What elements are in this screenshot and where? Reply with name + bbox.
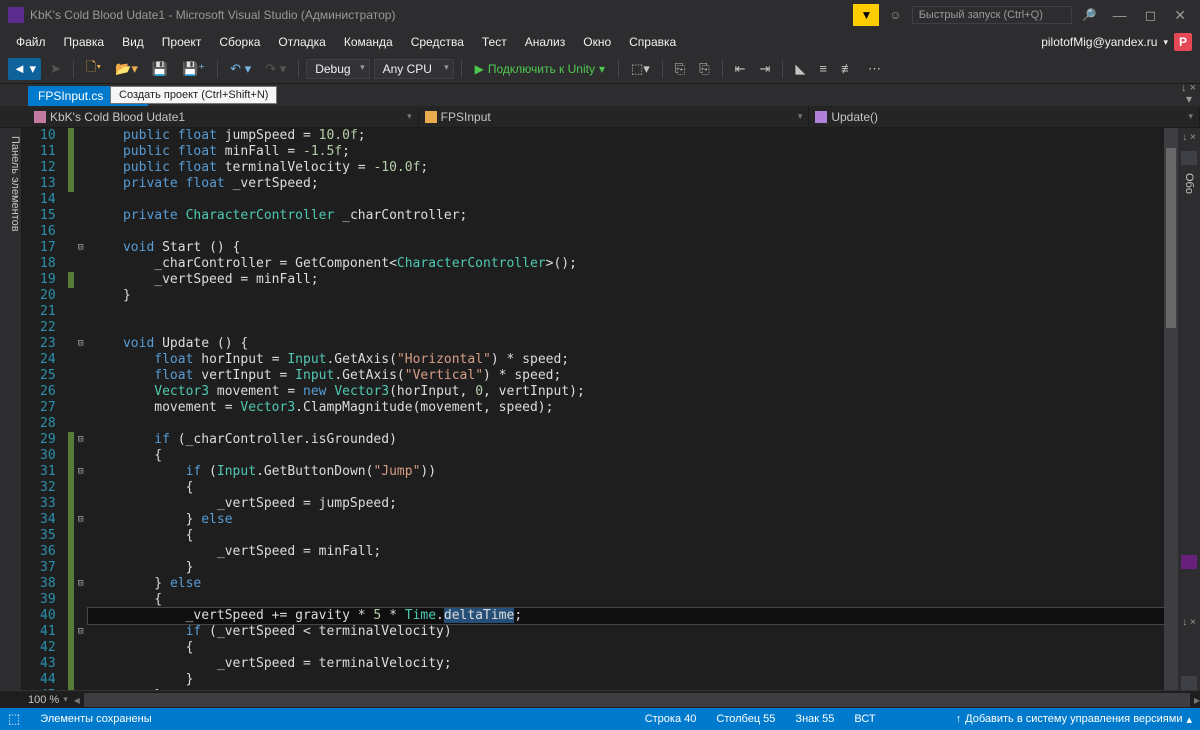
new-project-tooltip: Создать проект (Ctrl+Shift+N)	[110, 86, 277, 104]
user-email: pilotofMig@yandex.ru	[1041, 35, 1157, 49]
toolbar-icon-3[interactable]: ⎘	[694, 58, 714, 80]
user-badge: P	[1174, 33, 1192, 51]
status-ready-icon: ⬚	[8, 711, 20, 727]
window-title: KbK's Cold Blood Udate1 - Microsoft Visu…	[30, 8, 853, 22]
status-char: Знак 55	[795, 713, 834, 725]
indent-in-button[interactable]: ⇥	[755, 58, 776, 80]
menu-сборка[interactable]: Сборка	[211, 32, 268, 52]
menu-вид[interactable]: Вид	[114, 32, 152, 52]
menu-анализ[interactable]: Анализ	[517, 32, 574, 52]
open-file-button[interactable]: 📂▾	[110, 58, 143, 80]
tab-overflow-button[interactable]: ▾	[1178, 92, 1200, 106]
team-explorer-icon[interactable]	[1181, 676, 1197, 690]
menu-отладка[interactable]: Отладка	[270, 32, 333, 52]
add-to-source-control[interactable]: ↑ Добавить в систему управления версиями…	[956, 713, 1192, 726]
toolbar-icon-2[interactable]: ⎘	[670, 58, 690, 80]
toolbar-icon-1[interactable]: ⬚▾	[626, 58, 655, 80]
class-icon	[425, 111, 437, 123]
maximize-button[interactable]: ◻	[1139, 5, 1163, 26]
new-project-button[interactable]: 🗋▾	[81, 55, 106, 83]
menu-команда[interactable]: Команда	[336, 32, 401, 52]
notification-button[interactable]: ▼	[853, 4, 879, 26]
nav-member-dropdown[interactable]: Update()▾	[809, 108, 1200, 126]
outlining-margin[interactable]: ⊟⊟⊟⊟⊟⊟⊟	[74, 128, 88, 690]
close-button[interactable]: ✕	[1168, 5, 1192, 26]
menu-файл[interactable]: Файл	[8, 32, 54, 52]
code-nav-bar: KbK's Cold Blood Udate1▾ FPSInput▾ Updat…	[0, 106, 1200, 128]
nav-back-button[interactable]: ◄ ▾	[8, 58, 41, 80]
save-button[interactable]: 💾	[147, 58, 173, 80]
comment-button[interactable]: ≡	[814, 58, 832, 79]
panel-extra-1[interactable]: ↓ ×	[1181, 82, 1196, 94]
menu-bar: ФайлПравкаВидПроектСборкаОтладкаКомандаС…	[0, 30, 1200, 54]
nav-project-dropdown[interactable]: KbK's Cold Blood Udate1▾	[28, 108, 419, 126]
quick-launch-input[interactable]: Быстрый запуск (Ctrl+Q)	[912, 6, 1072, 24]
indent-out-button[interactable]: ⇤	[730, 58, 751, 80]
csharp-project-icon	[34, 111, 46, 123]
nav-class-dropdown[interactable]: FPSInput▾	[419, 108, 810, 126]
title-bar: KbK's Cold Blood Udate1 - Microsoft Visu…	[0, 0, 1200, 30]
panel-extra-3[interactable]: ↓ ×	[1182, 617, 1196, 628]
search-icon[interactable]: 🔎	[1078, 6, 1101, 24]
document-tab-strip: ↓ × FPSInput.cs 📌 ✕ Создать проект (Ctrl…	[0, 84, 1200, 106]
solution-explorer-tab[interactable]: Обо	[1183, 173, 1195, 194]
right-tool-rail: ↓ × Обо ↓ ×	[1178, 128, 1200, 690]
properties-icon[interactable]	[1181, 555, 1197, 569]
menu-средства[interactable]: Средства	[403, 32, 472, 52]
main-toolbar: ◄ ▾ ➤ 🗋▾ 📂▾ 💾 💾⁺ ↶ ▾ ↷ ▾ Debug Any CPU ▶…	[0, 54, 1200, 84]
menu-тест[interactable]: Тест	[474, 32, 515, 52]
status-insert-mode: ВСТ	[854, 713, 875, 725]
feedback-icon[interactable]: ☺	[885, 6, 905, 24]
menu-правка[interactable]: Правка	[56, 32, 113, 52]
undo-button[interactable]: ↶ ▾	[225, 58, 256, 80]
code-text-area[interactable]: public float jumpSpeed = 10.0f; public f…	[88, 128, 1164, 690]
status-line: Строка 40	[645, 713, 697, 725]
editor-footer-bar: 100 % ▾ ◂ ▸	[0, 690, 1200, 708]
status-bar: ⬚ Элементы сохранены Строка 40 Столбец 5…	[0, 708, 1200, 730]
code-editor[interactable]: 1011121314151617181920212223242526272829…	[22, 128, 1178, 690]
redo-button[interactable]: ↷ ▾	[260, 58, 291, 80]
toolbar-extra[interactable]: ⋯	[863, 58, 886, 80]
attach-debugger-button[interactable]: ▶ Подключить к Unity ▾	[469, 60, 611, 78]
nav-forward-button[interactable]: ➤	[45, 58, 66, 80]
menu-справка[interactable]: Справка	[621, 32, 684, 52]
menu-проект[interactable]: Проект	[154, 32, 210, 52]
bookmark-icon[interactable]: ◣	[790, 58, 810, 80]
horizontal-scrollbar[interactable]	[84, 693, 1190, 707]
config-dropdown[interactable]: Debug	[306, 59, 369, 79]
panel-extra-2[interactable]: ↓ ×	[1182, 132, 1196, 143]
vertical-scrollbar[interactable]	[1164, 128, 1178, 690]
line-number-gutter: 1011121314151617181920212223242526272829…	[22, 128, 68, 690]
solution-explorer-icon[interactable]	[1181, 151, 1197, 165]
zoom-level[interactable]: 100 %	[28, 694, 59, 706]
tab-filename: FPSInput.cs	[38, 89, 103, 103]
menu-окно[interactable]: Окно	[575, 32, 619, 52]
account-link[interactable]: pilotofMig@yandex.ru ▾ P	[1041, 33, 1192, 51]
vs-logo-icon	[8, 7, 24, 23]
toolbox-panel-tab[interactable]: Панель элементов	[0, 128, 22, 690]
platform-dropdown[interactable]: Any CPU	[374, 59, 454, 79]
status-message: Элементы сохранены	[40, 713, 151, 725]
uncomment-button[interactable]: ≢	[836, 58, 859, 79]
method-icon	[815, 111, 827, 123]
status-column: Столбец 55	[716, 713, 775, 725]
save-all-button[interactable]: 💾⁺	[177, 58, 210, 80]
minimize-button[interactable]: —	[1107, 5, 1133, 25]
